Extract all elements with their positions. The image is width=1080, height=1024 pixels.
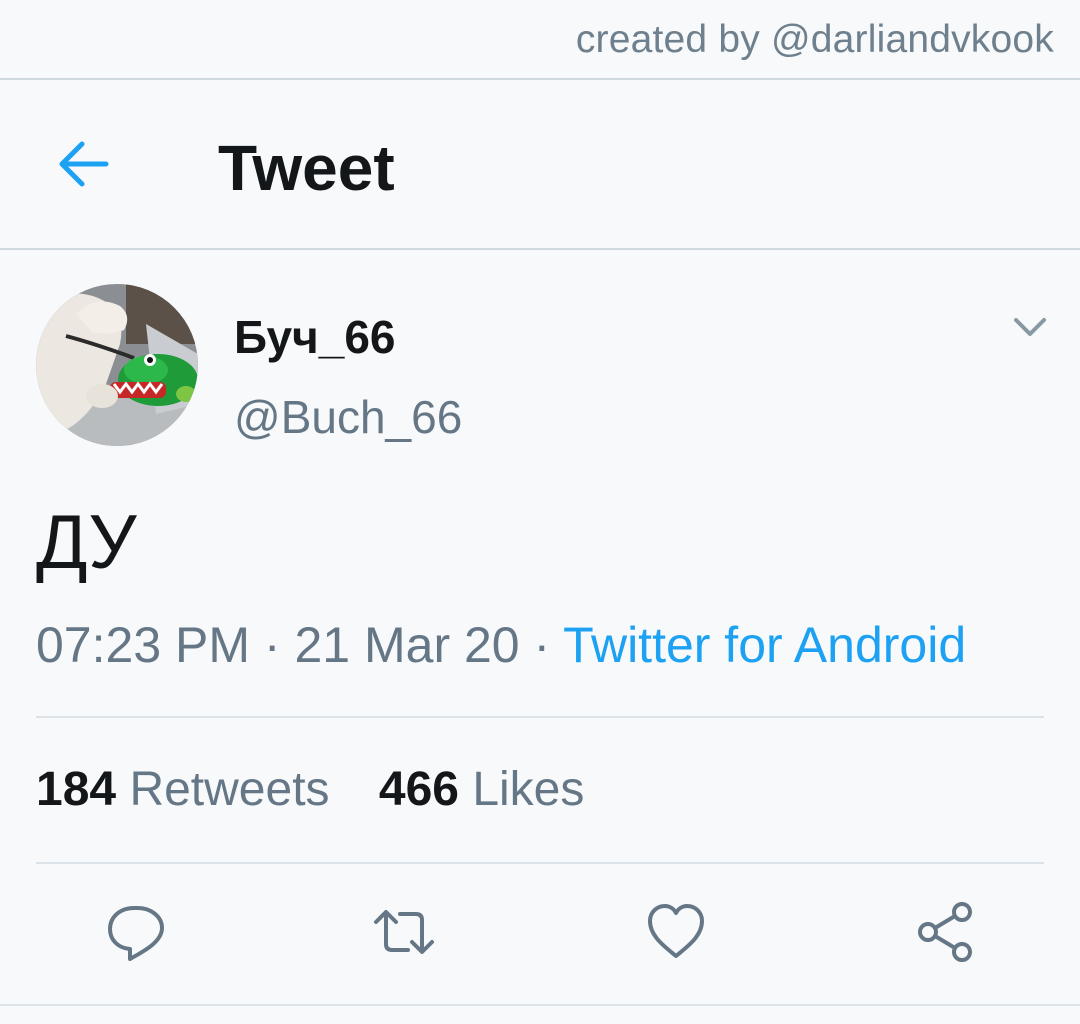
avatar-image (36, 284, 198, 446)
likes-stat[interactable]: 466 Likes (379, 762, 585, 817)
tweet-detail-screen: created by @darliandvkook Tweet Буч_66 @… (0, 0, 1080, 1024)
meta-separator: · (533, 617, 551, 673)
avatar[interactable] (36, 284, 198, 446)
divider (36, 862, 1044, 864)
app-header: Tweet (0, 82, 1080, 250)
likes-count: 466 (378, 763, 459, 816)
heart-icon (648, 904, 704, 958)
meta-separator: · (263, 617, 281, 673)
back-button[interactable] (52, 132, 116, 196)
share-icon (918, 902, 972, 962)
tweet-source-link[interactable]: Twitter for Android (563, 617, 966, 673)
chevron-down-icon (1014, 318, 1046, 336)
retweet-button[interactable] (372, 900, 436, 964)
author-handle[interactable]: @Buch_66 (234, 390, 462, 444)
tweet-stats: 184 Retweets 466 Likes (36, 762, 584, 817)
bottom-divider (0, 1004, 1080, 1006)
reply-button[interactable] (104, 900, 168, 964)
like-button[interactable] (644, 900, 708, 964)
watermark-text: created by @darliandvkook (575, 18, 1054, 61)
tweet-meta: 07:23 PM · 21 Mar 20 · Twitter for Andro… (36, 616, 966, 674)
author-display-name[interactable]: Буч_66 (234, 310, 396, 364)
watermark-bar: created by @darliandvkook (0, 0, 1080, 80)
retweets-count: 184 (36, 763, 117, 816)
tweet-menu-button[interactable] (1010, 312, 1050, 344)
retweets-label: Retweets (129, 763, 330, 816)
page-title: Tweet (218, 132, 395, 204)
arrow-left-icon (59, 141, 109, 187)
share-button[interactable] (914, 900, 978, 964)
tweet-date: 21 Mar 20 (294, 617, 520, 673)
reply-icon (108, 906, 164, 961)
divider (36, 716, 1044, 718)
tweet-text: ДУ (36, 500, 137, 585)
retweet-icon (374, 910, 434, 954)
tweet-time: 07:23 PM (36, 617, 251, 673)
likes-label: Likes (472, 763, 585, 816)
retweets-stat[interactable]: 184 Retweets (36, 762, 330, 817)
